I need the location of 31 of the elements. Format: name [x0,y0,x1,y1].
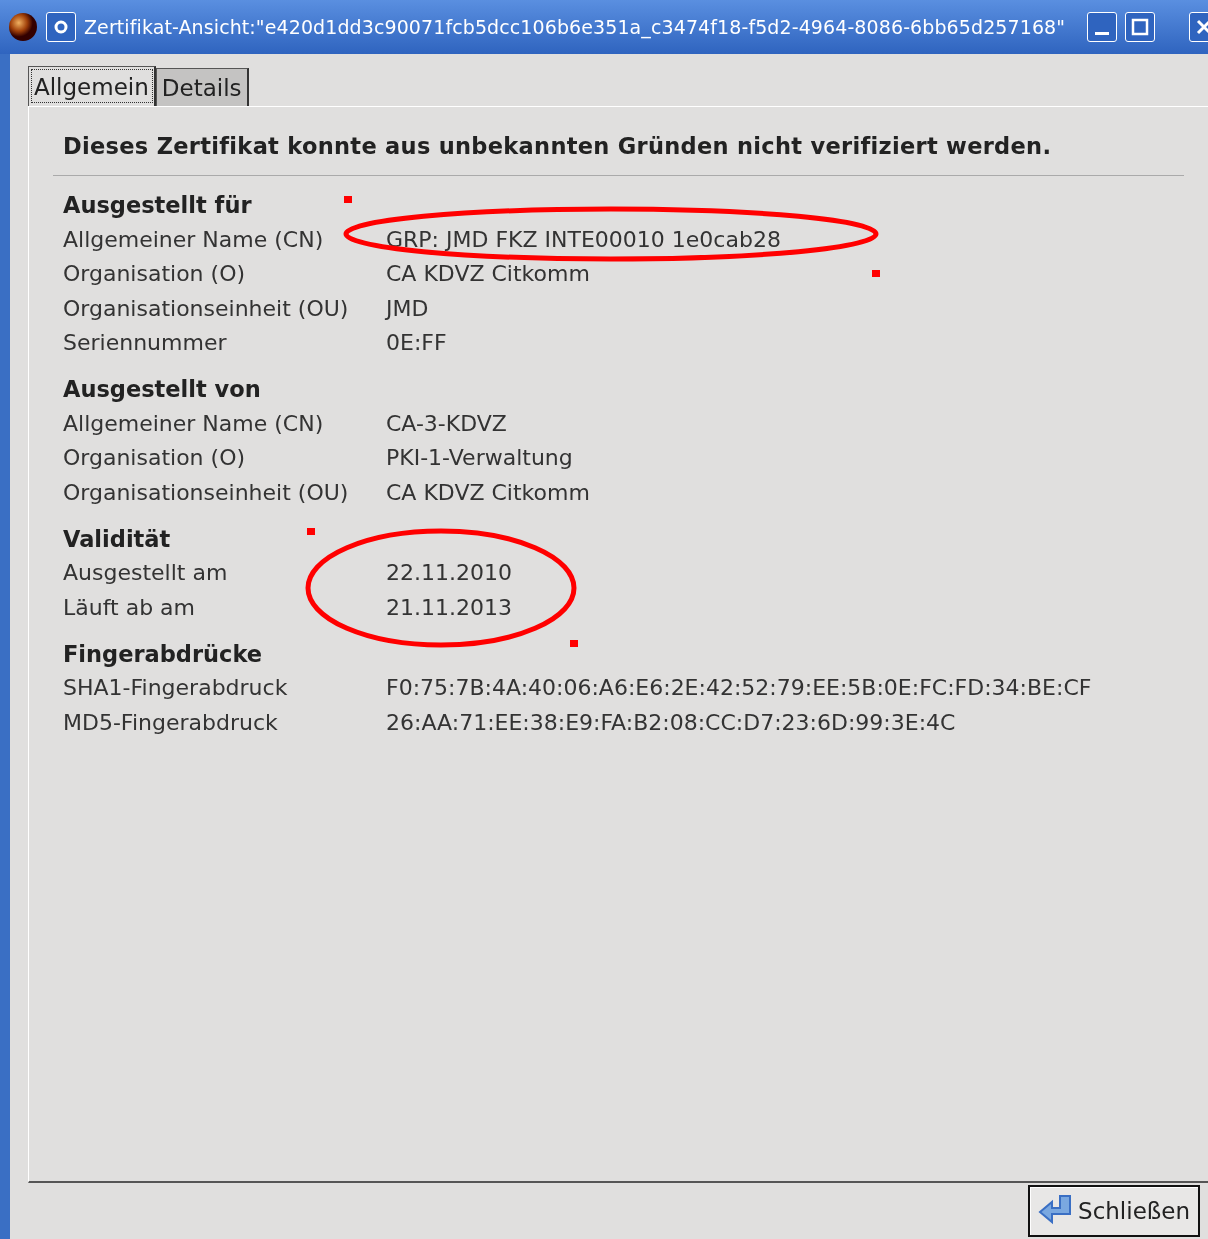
close-dialog-button[interactable]: Schließen [1028,1185,1200,1237]
field-label: Allgemeiner Name (CN) [63,226,324,252]
tab[interactable]: Allgemein [28,66,156,106]
field-label: MD5-Fingerabdruck [63,709,278,735]
field-label: Organisationseinheit (OU) [63,479,349,505]
field-value: F0:75:7B:4A:40:06:A6:E6:2E:42:52:79:EE:5B:0E:FC:FD:34:BE:CF [386,675,1092,701]
window-title: Zertifikat-Ansicht:"e420d1dd3c90071fcb5dcc106b6e351a_c3474f18-f5d2-4964-8086-6bb65d257168" [84,16,1066,38]
field-value: 22.11.2010 [386,560,512,586]
field-value: JMD [386,295,429,321]
field-label: Organisation (O) [63,445,246,471]
field-value: 21.11.2013 [386,594,512,620]
section-heading: Fingerabdrücke [63,639,263,669]
field-label: Ausgestellt am [63,560,228,586]
field-label: Organisation (O) [63,261,246,287]
verification-message: Dieses Zertifikat konnte aus unbekannten Gründen nicht verifiziert werden. [53,133,1184,176]
field-value: CA KDVZ Citkomm [386,479,590,505]
field-value: GRP: JMD FKZ INTE00010 1e0cab28 [386,226,781,252]
field-label: SHA1-Fingerabdruck [63,675,288,701]
field-label: Seriennummer [63,330,227,356]
field-label: Organisationseinheit (OU) [63,295,349,321]
field-label: Läuft ab am [63,594,195,620]
tab[interactable]: Details [155,68,249,106]
field-value: 0E:FF [386,330,447,356]
section-heading: Ausgestellt von [63,375,261,404]
section-heading: Validität [63,524,171,554]
field-value: CA-3-KDVZ [386,410,507,436]
field-value: PKI-1-Verwaltung [386,445,573,471]
field-value: CA KDVZ Citkomm [386,261,590,287]
field-label: Allgemeiner Name (CN) [63,410,324,436]
field-value: 26:AA:71:EE:38:E9:FA:B2:08:CC:D7:23:6D:99:3E:4C [386,709,956,735]
section-heading: Ausgestellt für [63,191,252,220]
